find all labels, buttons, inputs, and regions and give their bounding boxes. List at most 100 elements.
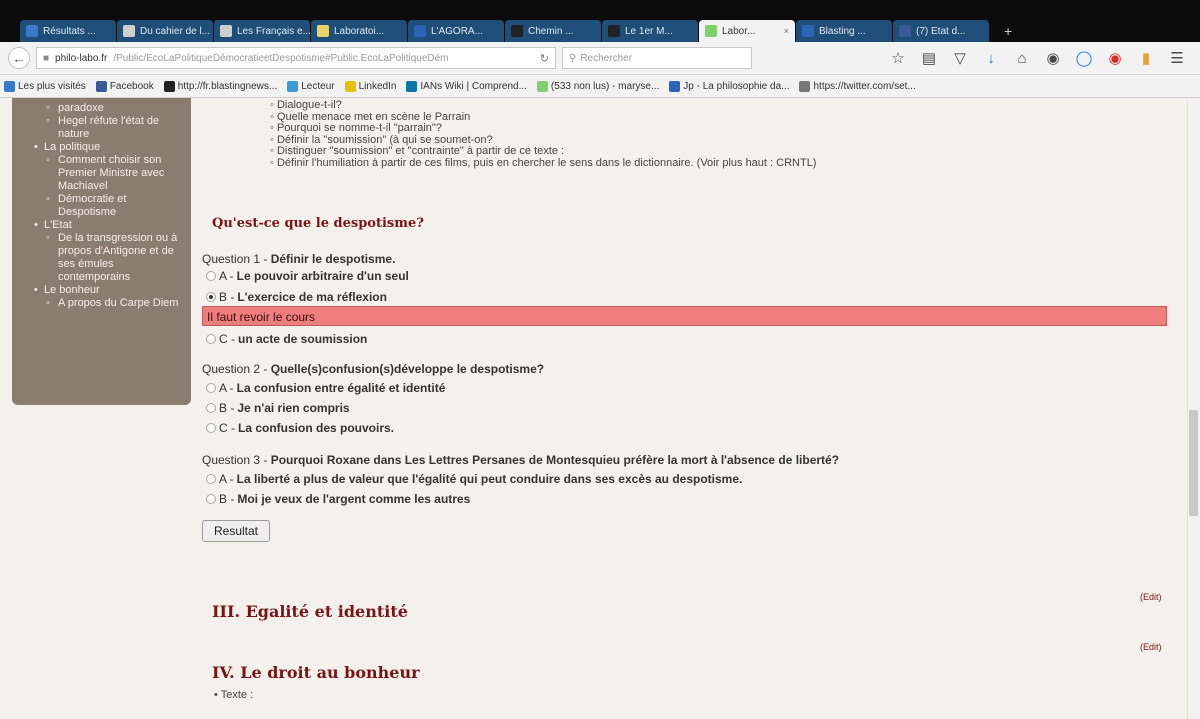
bookmark-favicon-icon: [4, 80, 15, 92]
sidebar-link[interactable]: paradoxe: [34, 102, 183, 115]
edit-link[interactable]: (Edit): [1140, 592, 1162, 602]
url-host: philo-labo.fr: [55, 52, 108, 64]
reload-icon[interactable]: ↻: [540, 52, 549, 65]
browser-tab[interactable]: Du cahier de l...: [117, 20, 213, 42]
sidebar-link[interactable]: A propos du Carpe Diem: [34, 297, 183, 310]
page-scrollbar[interactable]: [1187, 98, 1200, 719]
browser-tab[interactable]: Chemin ...: [505, 20, 601, 42]
tab-favicon-icon: [511, 25, 523, 37]
bookmark-item[interactable]: Les plus visités: [4, 80, 86, 92]
bookmark-item[interactable]: (533 non lus) - maryse...: [536, 80, 659, 92]
tab-favicon-icon: [899, 25, 911, 37]
tab-favicon-icon: [26, 25, 38, 37]
tabs-row: Résultats ... Du cahier de l... Les França…: [0, 20, 1050, 42]
bookmark-item[interactable]: http://fr.blastingnews...: [163, 80, 277, 92]
q3-option-a[interactable]: A - La liberté a plus de valeur que l'ég…: [206, 472, 742, 486]
browser-tab[interactable]: Résultats ...: [20, 20, 116, 42]
sidebar-link[interactable]: De la transgression ou à propos d'Antigo…: [34, 232, 183, 284]
q1-option-a[interactable]: A - Le pouvoir arbitraire d'un seul: [206, 269, 409, 283]
option-text: La liberté a plus de valeur que l'égalit…: [236, 472, 743, 486]
radio-button[interactable]: [206, 403, 216, 413]
q2-option-c[interactable]: C - La confusion des pouvoirs.: [206, 421, 394, 435]
bookmark-item[interactable]: LinkedIn: [344, 80, 396, 92]
browser-tab[interactable]: Laboratoi...: [311, 20, 407, 42]
bookmark-item[interactable]: Lecteur: [287, 80, 335, 92]
bookmark-star-icon[interactable]: ☆: [889, 49, 907, 67]
question-list: Dialogue-t-il?Quelle menace met en scène…: [270, 99, 817, 170]
bookmark-item[interactable]: Jp - La philosophie da...: [669, 80, 790, 92]
radio-button[interactable]: [206, 383, 216, 393]
bookmark-item[interactable]: IANs Wiki | Comprend...: [406, 80, 527, 92]
radio-button-selected[interactable]: [206, 292, 216, 302]
download-icon[interactable]: ↓: [982, 50, 1000, 67]
search-bar[interactable]: ⚲ Rechercher: [562, 47, 752, 69]
sidebar-link[interactable]: Comment choisir son Premier Ministre ave…: [34, 154, 183, 193]
q1-option-b[interactable]: B - L'exercice de ma réflexion: [206, 290, 387, 304]
edit-link[interactable]: (Edit): [1140, 642, 1162, 652]
browser-tab[interactable]: Le 1er M...: [602, 20, 698, 42]
tab-title: Blasting ...: [819, 25, 866, 37]
new-tab-button[interactable]: +: [990, 20, 1050, 42]
bullet-texte-label: Texte :: [220, 689, 254, 701]
bookmark-favicon-icon: [799, 80, 811, 92]
bookmarks-menu-icon[interactable]: ▤: [920, 49, 938, 67]
browser-tab[interactable]: (7) Etat d...: [893, 20, 989, 42]
sidebar-link[interactable]: Démocratie et Despotisme: [34, 193, 183, 219]
radio-button[interactable]: [206, 334, 216, 344]
tab-title: Les Français e...: [237, 25, 310, 37]
page-info-icon[interactable]: ■: [43, 53, 49, 64]
search-input[interactable]: Rechercher: [580, 53, 632, 64]
tab-favicon-icon: [123, 25, 135, 37]
pinterest-icon[interactable]: ◉: [1106, 49, 1124, 67]
url-path: /Public/EcoLaPolitiqueDémocratieetDespot…: [113, 52, 449, 64]
home-icon[interactable]: ⌂: [1013, 50, 1031, 67]
browser-tab[interactable]: Blasting ...: [796, 20, 892, 42]
bookmark-item[interactable]: https://twitter.com/set...: [799, 80, 916, 92]
tab-title: (7) Etat d...: [916, 25, 966, 37]
bookmark-favicon-icon: [287, 80, 299, 92]
feedback-error-banner: Il faut revoir le cours: [202, 306, 1167, 326]
radio-button[interactable]: [206, 494, 216, 504]
tab-title: Labor...: [722, 25, 756, 37]
browser-tab[interactable]: Labor... ×: [699, 20, 795, 42]
bookmark-favicon-icon: [406, 80, 418, 92]
option-letter: B -: [219, 492, 235, 506]
browser-tab[interactable]: Les Français e...: [214, 20, 310, 42]
result-button[interactable]: Resultat: [202, 520, 270, 542]
q2-option-b[interactable]: B - Je n'ai rien compris: [206, 401, 350, 415]
tab-close-icon[interactable]: ×: [784, 26, 789, 36]
pocket-icon[interactable]: ▽: [951, 49, 969, 67]
section-4-heading: IV. Le droit au bonheur: [212, 663, 420, 682]
sidebar-section: L'Etat: [34, 219, 183, 232]
section-3-heading: III. Egalité et identité: [212, 602, 408, 621]
tab-favicon-icon: [317, 25, 329, 37]
extension-icon[interactable]: ◯: [1075, 49, 1093, 67]
sidebar-link[interactable]: Hegel réfute l'état de nature: [34, 115, 183, 141]
question-1-prefix: Question 1 -: [202, 252, 271, 266]
sidebar-section: Le bonheur: [34, 284, 183, 297]
q3-option-b[interactable]: B - Moi je veux de l'argent comme les au…: [206, 492, 470, 506]
tab-title: L'AGORA...: [431, 25, 483, 37]
radio-button[interactable]: [206, 271, 216, 281]
bookmark-item[interactable]: Facebook: [95, 80, 154, 92]
radio-button[interactable]: [206, 474, 216, 484]
chat-icon[interactable]: ◉: [1044, 49, 1062, 67]
scrollbar-thumb[interactable]: [1189, 410, 1198, 516]
radio-button[interactable]: [206, 423, 216, 433]
list-item: Définir l'humiliation à partir de ces fi…: [270, 157, 817, 170]
bookmark-label: Jp - La philosophie da...: [683, 80, 790, 92]
browser-tab[interactable]: L'AGORA...: [408, 20, 504, 42]
list-item: Pourquoi se nomme-t-il "parrain"?: [270, 122, 816, 135]
url-bar[interactable]: ■ philo-labo.fr/Public/EcoLaPolitiqueDém…: [36, 47, 556, 69]
option-text: Je n'ai rien compris: [237, 401, 350, 415]
extension-folder-icon[interactable]: ▮: [1137, 49, 1155, 67]
tab-favicon-icon: [220, 25, 232, 37]
menu-icon[interactable]: ☰: [1168, 49, 1186, 67]
bookmark-favicon-icon: [344, 80, 356, 92]
option-text: un acte de soumission: [238, 332, 368, 346]
tab-title: Le 1er M...: [625, 25, 673, 37]
back-button[interactable]: ←: [8, 47, 30, 69]
toolbar-icons: ☆ ▤ ▽ ↓ ⌂ ◉ ◯ ◉ ▮ ☰: [889, 49, 1192, 68]
q2-option-a[interactable]: A - La confusion entre égalité et identi…: [206, 381, 445, 395]
q1-option-c[interactable]: C - un acte de soumission: [206, 332, 367, 346]
